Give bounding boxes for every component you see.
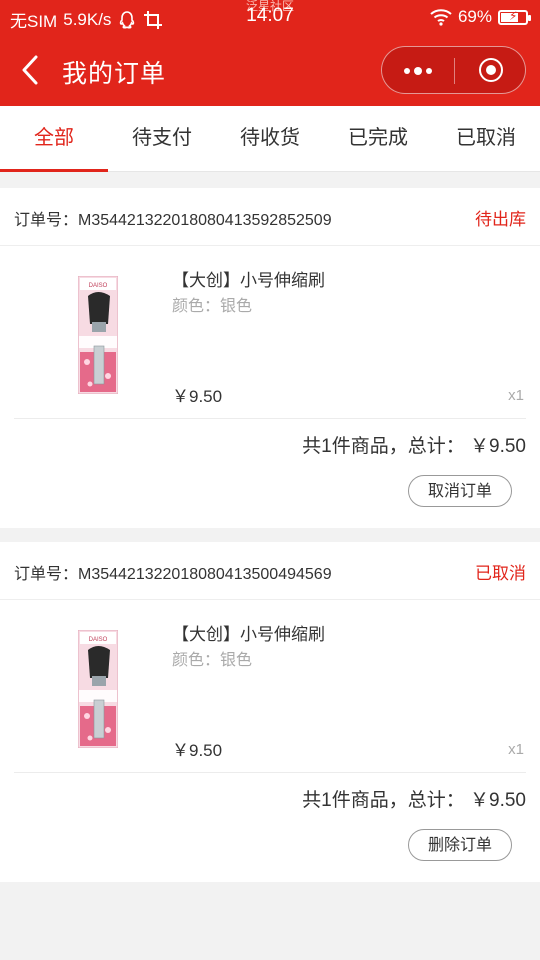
product-name[interactable]: 【大创】小号伸缩刷 (172, 266, 325, 291)
battery-icon: ⚡ (498, 9, 531, 25)
order-card: 订单号：M354421322018080413592852509 待出库 DAI… (0, 188, 540, 528)
svg-text:DAISO: DAISO (89, 283, 108, 289)
order-header: 订单号：M354421322018080413592852509 待出库 (0, 188, 540, 246)
status-bar: 无SIM 5.9K/s 泛星社区 14:07 69% ⚡ (0, 0, 540, 34)
tab-all[interactable]: 全部 (0, 106, 108, 172)
chevron-left-icon (22, 55, 38, 85)
order-status: 已取消 (475, 564, 526, 583)
order-status-tabs: 全部 待支付 待收货 已完成 已取消 (0, 106, 540, 172)
divider (14, 772, 526, 773)
product-name[interactable]: 【大创】小号伸缩刷 (172, 620, 325, 645)
miniprogram-capsule (381, 46, 526, 94)
navigation-bar: 我的订单 (0, 34, 540, 106)
delete-order-button[interactable]: 删除订单 (408, 829, 512, 861)
wifi-icon (430, 9, 452, 26)
product-quantity: x1 (508, 387, 524, 404)
order-summary: 共1件商品，总计： ￥9.50 (302, 436, 526, 457)
more-dots-icon (404, 68, 410, 74)
order-status: 待出库 (475, 210, 526, 229)
product-spec: 颜色：银色 (172, 652, 253, 669)
tab-pending-receipt[interactable]: 待收货 (216, 106, 324, 171)
status-right: 69% ⚡ (430, 7, 531, 27)
tab-cancelled[interactable]: 已取消 (432, 106, 540, 171)
close-miniprogram-button[interactable] (455, 47, 527, 93)
order-summary: 共1件商品，总计： ￥9.50 (302, 790, 526, 811)
product-spec: 颜色：银色 (172, 298, 253, 315)
tab-completed[interactable]: 已完成 (324, 106, 432, 171)
product-quantity: x1 (508, 741, 524, 758)
order-number: 订单号：M354421322018080413592852509 (14, 212, 332, 229)
page-title: 我的订单 (62, 60, 167, 88)
cancel-order-button[interactable]: 取消订单 (408, 475, 512, 507)
divider (14, 418, 526, 419)
product-image[interactable]: DAISO (77, 275, 119, 395)
order-header: 订单号：M354421322018080413500494569 已取消 (0, 542, 540, 600)
more-menu-button[interactable] (382, 47, 454, 93)
order-card: 订单号：M354421322018080413500494569 已取消 DAI… (0, 542, 540, 882)
product-image[interactable]: DAISO (77, 629, 119, 749)
svg-text:DAISO: DAISO (89, 637, 108, 643)
brush-product-icon: DAISO (77, 275, 119, 395)
battery-percent: 69% (457, 7, 492, 26)
product-price: ￥9.50 (172, 387, 223, 406)
back-button[interactable] (16, 52, 44, 88)
app-header: 无SIM 5.9K/s 泛星社区 14:07 69% ⚡ 我的订单 (0, 0, 540, 106)
brush-product-icon: DAISO (77, 629, 119, 749)
product-price: ￥9.50 (172, 741, 223, 760)
tab-pending-payment[interactable]: 待支付 (108, 106, 216, 171)
order-number: 订单号：M354421322018080413500494569 (14, 566, 332, 583)
